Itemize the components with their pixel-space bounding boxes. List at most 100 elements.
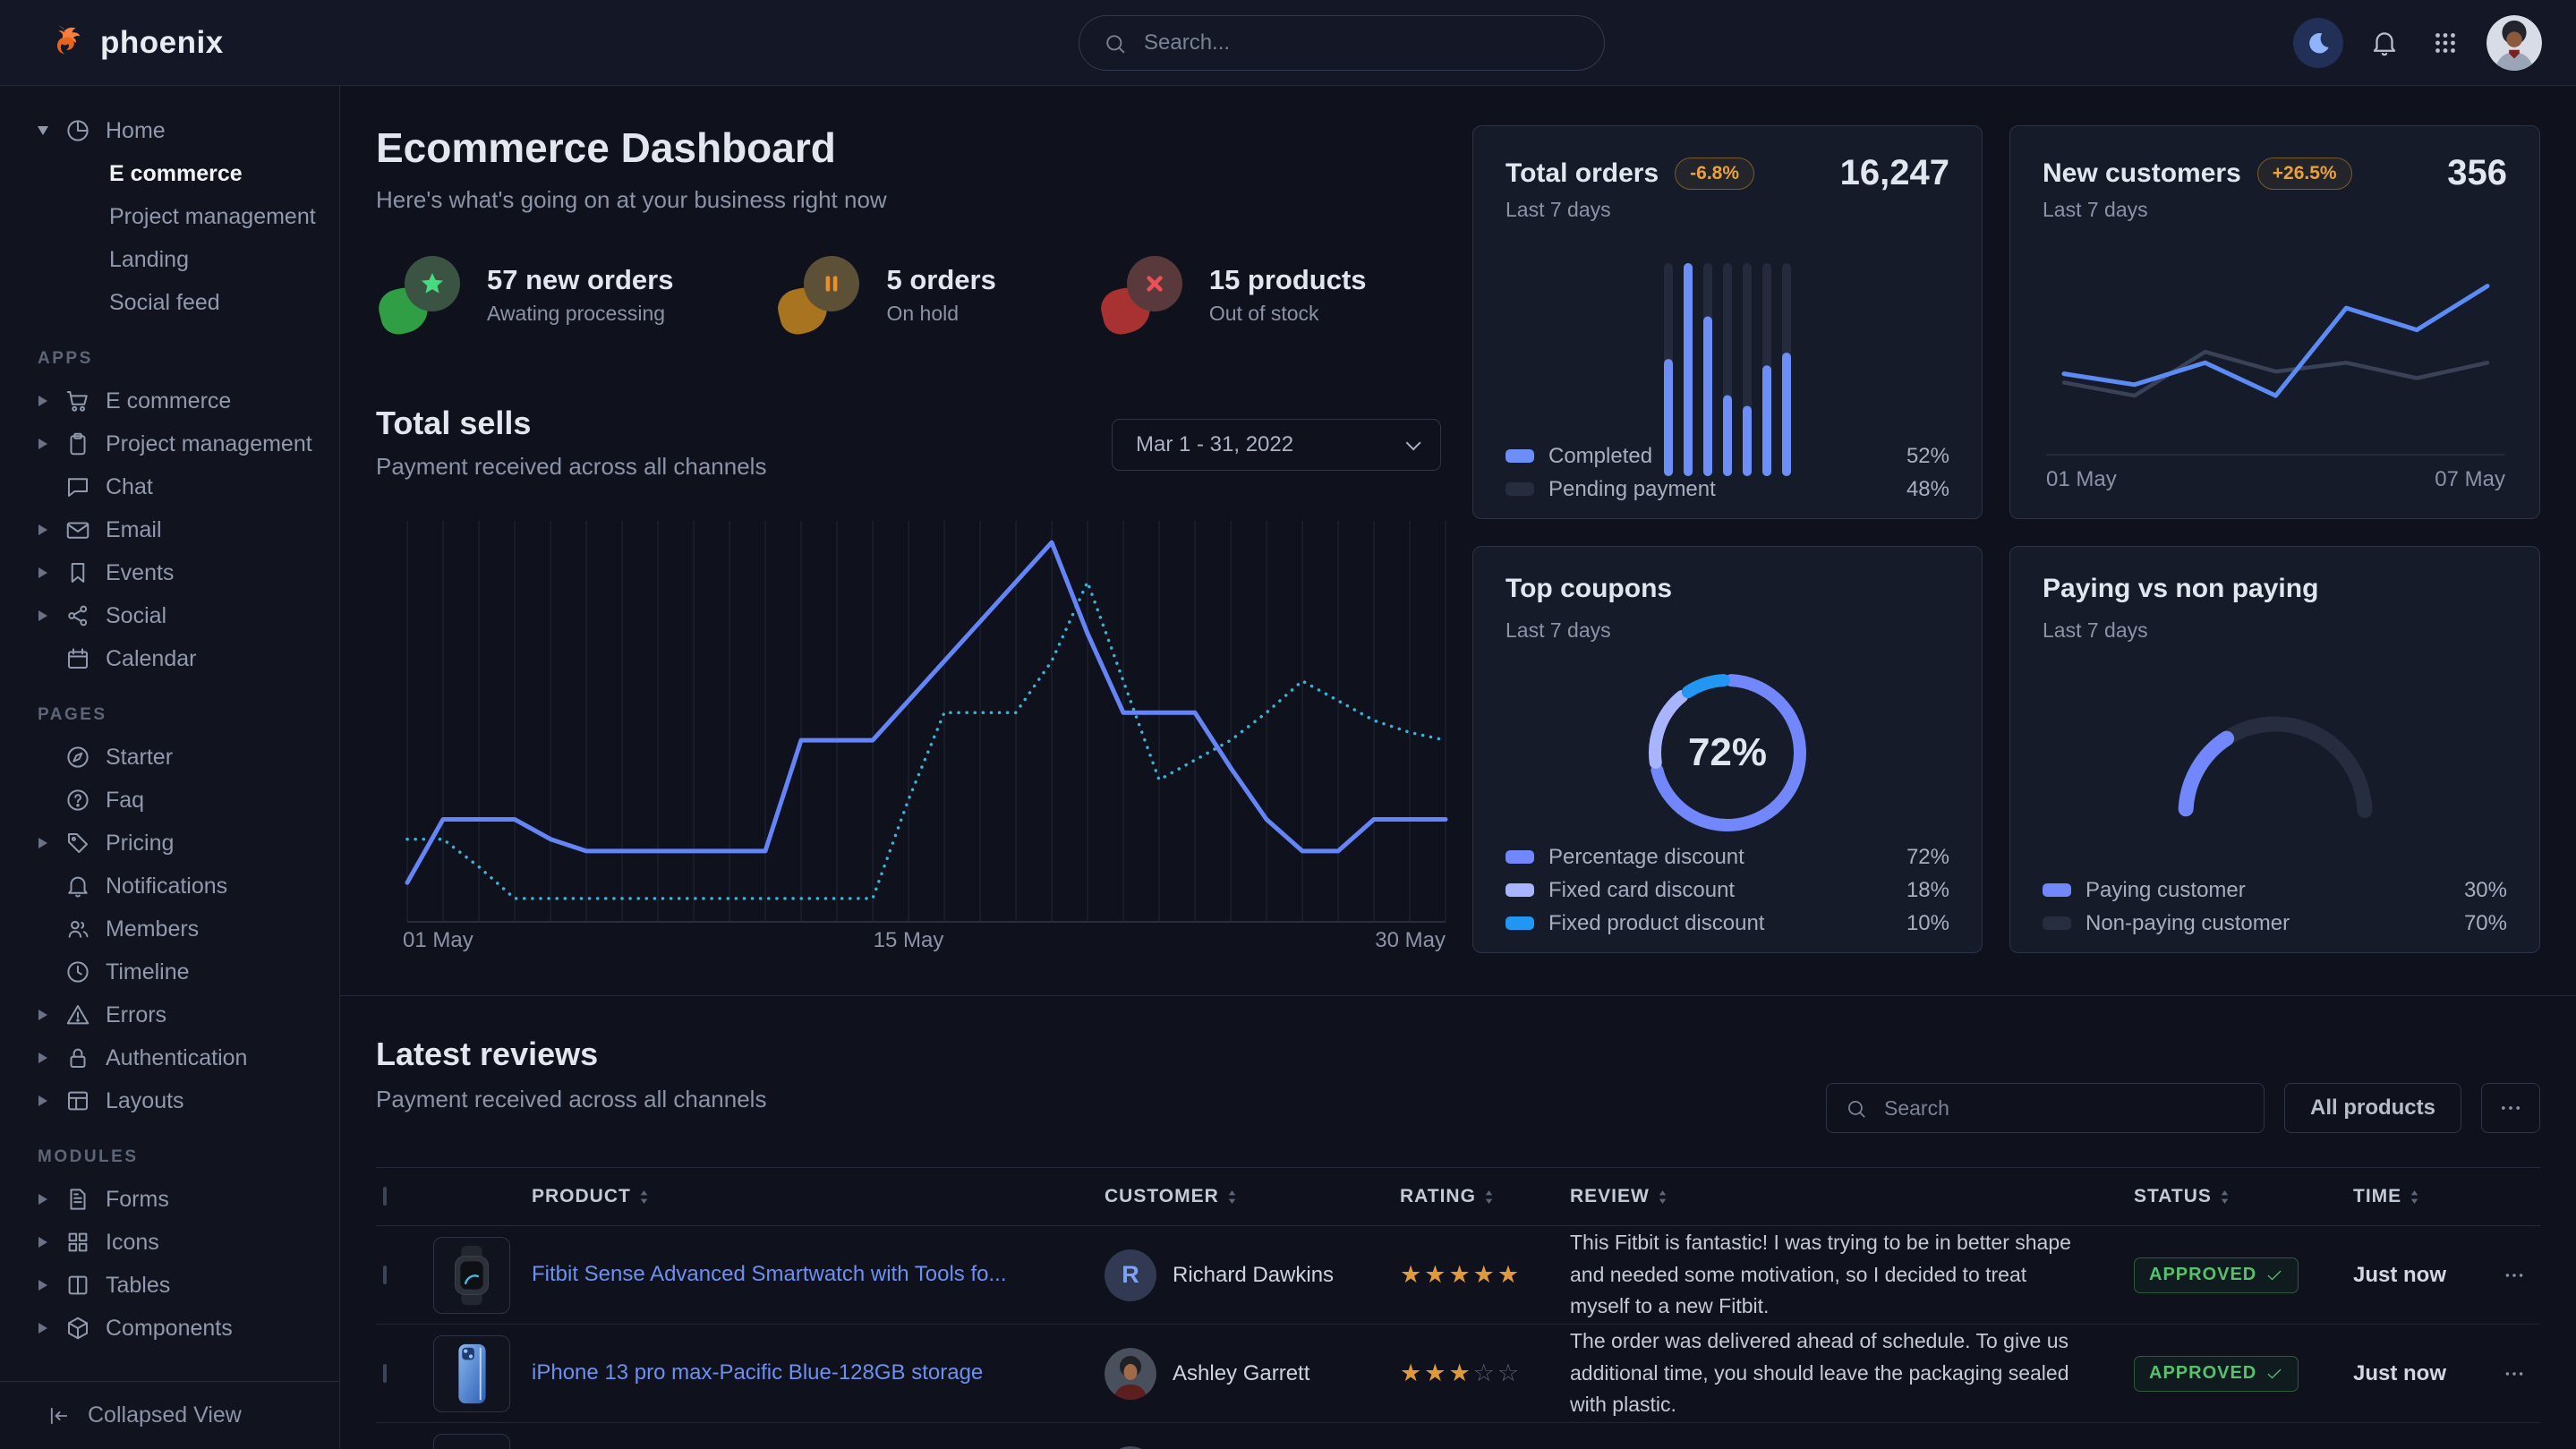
warning-icon xyxy=(64,1002,91,1028)
legend-value: 52% xyxy=(1906,444,1949,469)
reviews-table: PRODUCTCUSTOMERRATINGREVIEWSTATUS TIME Fit… xyxy=(376,1167,2540,1449)
sidebar-item-pricing[interactable]: Pricing xyxy=(0,822,339,865)
time-cell: Just now xyxy=(2353,1361,2487,1386)
sidebar-subitem-e-commerce[interactable]: E commerce xyxy=(0,152,339,195)
sidebar-item-layouts[interactable]: Layouts xyxy=(0,1079,339,1122)
legend-label: Non-paying customer xyxy=(2086,911,2450,936)
card-title: Paying vs non paying xyxy=(2043,574,2318,604)
sidebar-item-timeline[interactable]: Timeline xyxy=(0,950,339,993)
caret-right-icon xyxy=(36,1010,50,1020)
sort-icon xyxy=(1658,1189,1668,1205)
card-value: 16,247 xyxy=(1840,153,1949,193)
app-root: phoenix HomeE commerceProject management… xyxy=(0,0,2576,1449)
column-header-review[interactable]: REVIEW xyxy=(1570,1186,2134,1207)
reviews-search-input[interactable] xyxy=(1827,1084,2264,1132)
apps-menu-button[interactable] xyxy=(2426,23,2465,63)
row-checkbox[interactable] xyxy=(383,1266,387,1284)
sidebar-item-label: Faq xyxy=(106,788,144,814)
product-link[interactable]: iPhone 13 pro max-Pacific Blue-128GB sto… xyxy=(532,1360,1024,1385)
stat-awating-processing: 57 new ordersAwating processing xyxy=(380,254,673,335)
check-icon xyxy=(2265,1266,2283,1284)
date-range-select[interactable]: Mar 1 - 31, 2022 xyxy=(1112,419,1441,471)
sidebar-item-social[interactable]: Social xyxy=(0,594,339,637)
share-icon xyxy=(64,602,91,629)
caret-right-icon xyxy=(36,1323,50,1334)
sort-icon xyxy=(2410,1189,2419,1205)
ellipsis-icon xyxy=(2503,1264,2526,1287)
sidebar-item-notifications[interactable]: Notifications xyxy=(0,865,339,908)
legend-row-completed: Completed52% xyxy=(1506,439,1949,473)
sidebar-subitem-social-feed[interactable]: Social feed xyxy=(0,281,339,324)
column-header-product[interactable]: PRODUCT xyxy=(532,1186,1105,1207)
global-search-input[interactable] xyxy=(1079,16,1604,70)
sidebar-item-faq[interactable]: Faq xyxy=(0,779,339,822)
caret-down-icon xyxy=(36,126,50,135)
sidebar-item-events[interactable]: Events xyxy=(0,551,339,594)
new-customers-line-chart: 01 May 07 May xyxy=(2010,216,2541,516)
legend-value: 30% xyxy=(2464,878,2507,903)
table-row: iPhone 13 pro max-Pacific Blue-128GB sto… xyxy=(376,1325,2540,1423)
sidebar-item-forms[interactable]: Forms xyxy=(0,1178,339,1221)
legend-label: Fixed card discount xyxy=(1548,878,1892,903)
column-header-customer[interactable]: CUSTOMER xyxy=(1105,1186,1400,1207)
all-products-button[interactable]: All products xyxy=(2284,1083,2461,1133)
sidebar-item-icons[interactable]: Icons xyxy=(0,1221,339,1264)
sidebar-section-label: PAGES xyxy=(0,705,339,725)
sidebar-item-components[interactable]: Components xyxy=(0,1307,339,1350)
sidebar-item-project-management[interactable]: Project management xyxy=(0,422,339,465)
bell-icon xyxy=(2369,28,2400,58)
brand[interactable]: phoenix xyxy=(47,0,224,86)
row-menu-button[interactable] xyxy=(2487,1264,2540,1287)
row-checkbox[interactable] xyxy=(383,1364,387,1383)
card-period: Last 7 days xyxy=(2043,618,2148,643)
sidebar-item-members[interactable]: Members xyxy=(0,908,339,950)
sidebar-item-label: Icons xyxy=(106,1230,159,1256)
caret-right-icon xyxy=(36,396,50,406)
row-menu-button[interactable] xyxy=(2487,1362,2540,1385)
stat-value: 5 orders xyxy=(886,264,995,296)
product-link[interactable]: Fitbit Sense Advanced Smartwatch with To… xyxy=(532,1262,1047,1286)
sidebar-subitem-landing[interactable]: Landing xyxy=(0,238,339,281)
stat-out-of-stock: 15 productsOut of stock xyxy=(1102,254,1367,335)
sidebar-item-calendar[interactable]: Calendar xyxy=(0,637,339,680)
reviews-search xyxy=(1826,1083,2265,1133)
legend-row-percentage-discount: Percentage discount72% xyxy=(1506,840,1949,874)
notifications-button[interactable] xyxy=(2365,23,2404,63)
sidebar-item-label: Components xyxy=(106,1316,233,1342)
tag-icon xyxy=(64,830,91,857)
calendar-icon xyxy=(64,645,91,672)
sidebar-item-authentication[interactable]: Authentication xyxy=(0,1036,339,1079)
users-icon xyxy=(64,916,91,942)
legend-label: Paying customer xyxy=(2086,878,2450,903)
paying-gauge-chart xyxy=(2154,688,2396,836)
svg-text:07 May: 07 May xyxy=(2435,467,2505,491)
dashboard-section: Ecommerce Dashboard Here's what's going … xyxy=(340,86,2576,996)
user-avatar[interactable] xyxy=(2486,15,2542,71)
reviews-toolbar: All products xyxy=(1826,1083,2540,1133)
sidebar-item-chat[interactable]: Chat xyxy=(0,465,339,508)
caret-right-icon xyxy=(36,567,50,578)
caret-right-icon xyxy=(36,1053,50,1063)
column-label: STATUS xyxy=(2134,1186,2212,1207)
sidebar-item-errors[interactable]: Errors xyxy=(0,993,339,1036)
sidebar-item-starter[interactable]: Starter xyxy=(0,736,339,779)
sidebar-section-label: MODULES xyxy=(0,1147,339,1167)
columns-icon xyxy=(64,1272,91,1299)
sidebar-item-e-commerce[interactable]: E commerce xyxy=(0,379,339,422)
theme-toggle-button[interactable] xyxy=(2293,18,2343,68)
sidebar-subitem-project-management[interactable]: Project management xyxy=(0,195,339,238)
reviews-more-button[interactable] xyxy=(2481,1083,2540,1133)
collapsed-view-toggle[interactable]: Collapsed View xyxy=(0,1381,339,1449)
chat-icon xyxy=(64,473,91,500)
sidebar-item-home[interactable]: Home xyxy=(0,109,339,152)
page-title: Ecommerce Dashboard xyxy=(376,124,836,172)
sidebar-item-email[interactable]: Email xyxy=(0,508,339,551)
bell-icon xyxy=(64,873,91,899)
layout-icon xyxy=(64,1087,91,1114)
column-header-rating[interactable]: RATING xyxy=(1400,1186,1570,1207)
svg-text:01 May: 01 May xyxy=(2046,467,2117,491)
column-header-status[interactable]: STATUS xyxy=(2134,1186,2353,1207)
select-all-checkbox[interactable] xyxy=(383,1187,387,1206)
sidebar-item-tables[interactable]: Tables xyxy=(0,1264,339,1307)
column-header-time[interactable]: TIME xyxy=(2353,1186,2487,1207)
